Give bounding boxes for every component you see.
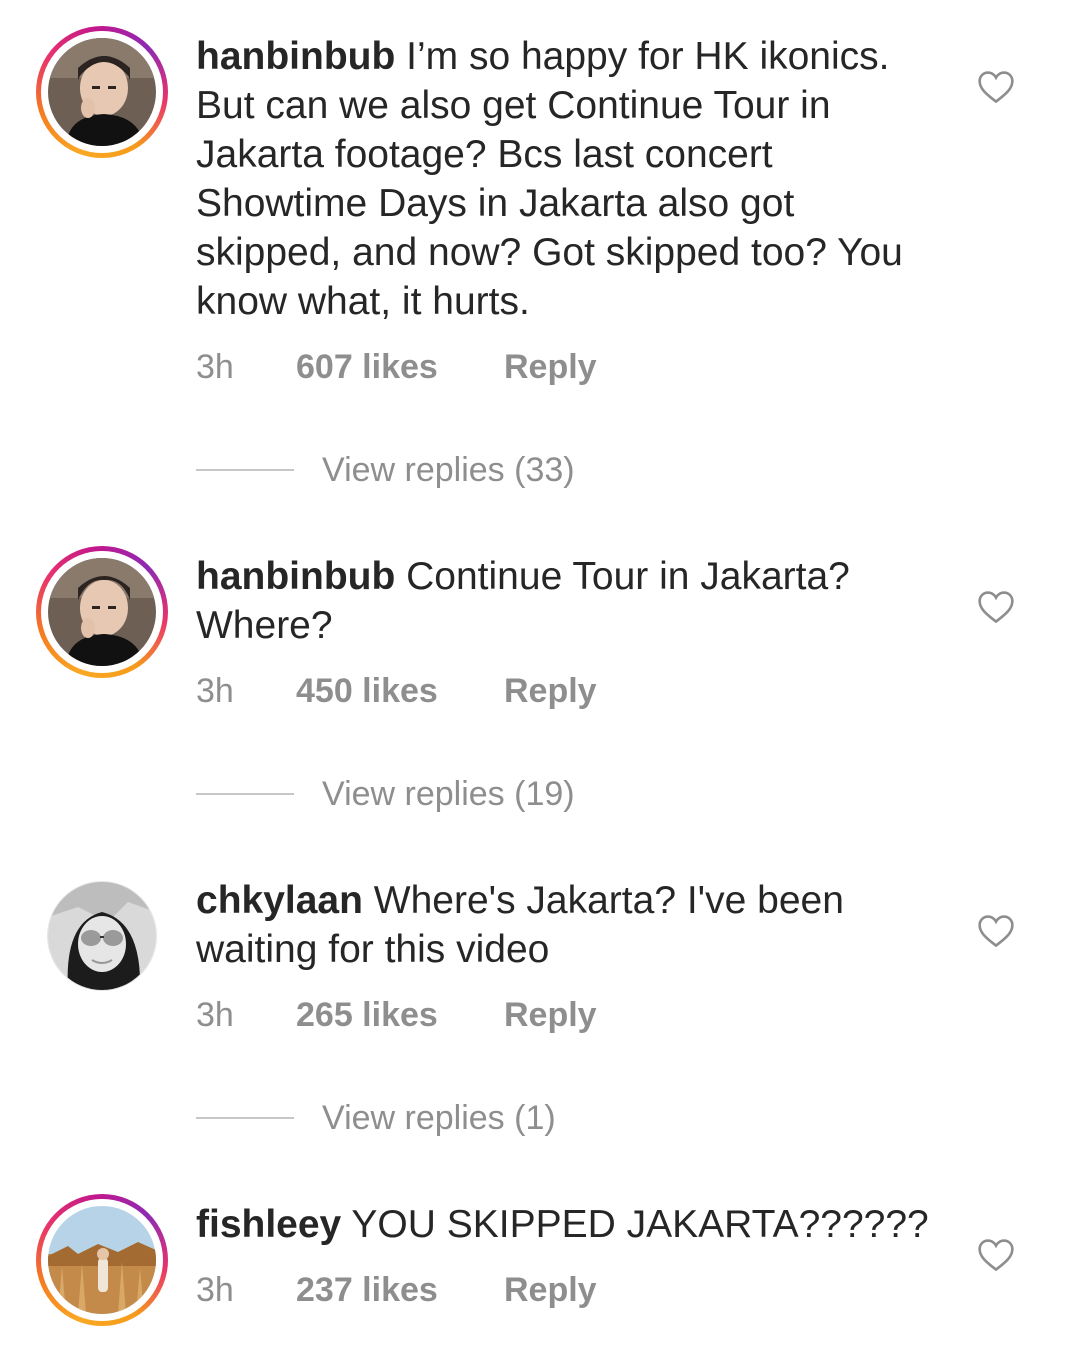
like-heart-icon[interactable] [976,912,1016,948]
comment-text: hanbinbub I’m so happy for HK ikonics. B… [196,32,936,326]
view-replies-label: View replies (1) [322,1098,556,1137]
reply-button[interactable]: Reply [504,1271,597,1310]
like-heart-icon[interactable] [976,1236,1016,1272]
reply-button[interactable]: Reply [504,348,597,387]
avatar-person-dark-icon [48,558,156,666]
comment-text: hanbinbub Continue Tour in Jakarta? Wher… [196,552,936,650]
username-link[interactable]: fishleey [196,1203,341,1246]
avatar[interactable] [36,870,168,1002]
divider-line [196,793,294,795]
username-link[interactable]: hanbinbub [196,555,395,598]
like-heart-icon[interactable] [976,68,1016,104]
view-replies-button[interactable]: View replies (1) [196,1098,556,1138]
timestamp: 3h [196,347,234,386]
timestamp: 3h [196,995,234,1034]
likes-count[interactable]: 265 likes [296,996,504,1035]
like-heart-icon[interactable] [976,588,1016,624]
likes-count[interactable]: 450 likes [296,672,504,711]
view-replies-button[interactable]: View replies (19) [196,774,575,814]
timestamp: 3h [196,1270,234,1309]
divider-line [196,1117,294,1119]
view-replies-label: View replies (33) [322,450,575,489]
username-link[interactable]: hanbinbub [196,35,395,78]
reply-button[interactable]: Reply [504,996,597,1035]
comment-text: fishleey YOU SKIPPED JAKARTA?????? [196,1200,936,1249]
avatar[interactable] [36,26,168,158]
comment-text: chkylaan Where's Jakarta? I've been wait… [196,876,936,974]
comment-body: YOU SKIPPED JAKARTA?????? [351,1203,929,1246]
comment-body: I’m so happy for HK ikonics. But can we … [196,35,903,323]
likes-count[interactable]: 237 likes [296,1271,504,1310]
comment-meta: 3h 607 likes Reply [196,347,597,387]
avatar[interactable] [36,546,168,678]
comment-meta: 3h 265 likes Reply [196,995,597,1035]
timestamp: 3h [196,671,234,710]
likes-count[interactable]: 607 likes [296,348,504,387]
comment-meta: 3h 450 likes Reply [196,671,597,711]
comment-meta: 3h 237 likes Reply [196,1270,597,1310]
view-replies-button[interactable]: View replies (33) [196,450,575,490]
reply-button[interactable]: Reply [504,672,597,711]
avatar[interactable] [36,1194,168,1326]
avatar-person-sunglasses-icon [47,881,157,991]
divider-line [196,469,294,471]
avatar-field-landscape-icon [48,1206,156,1314]
story-ring [36,26,168,158]
view-replies-label: View replies (19) [322,774,575,813]
story-ring [36,1194,168,1326]
story-ring [36,546,168,678]
username-link[interactable]: chkylaan [196,879,363,922]
avatar-person-dark-icon [48,38,156,146]
